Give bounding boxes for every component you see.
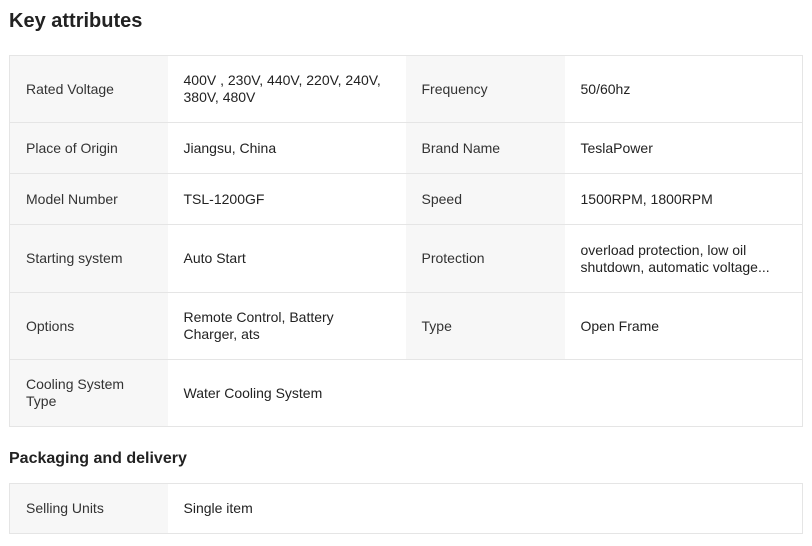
attribute-label: Protection xyxy=(405,224,565,293)
attribute-value: overload protection, low oil shutdown, a… xyxy=(564,224,803,293)
attribute-label: Model Number xyxy=(9,173,168,225)
attribute-label: Type xyxy=(405,292,565,360)
attribute-value: TeslaPower xyxy=(564,122,803,174)
packaging-table: Selling Units Single item xyxy=(9,483,803,534)
attribute-label: Cooling System Type xyxy=(9,359,168,427)
attribute-row: Selling Units Single item xyxy=(9,483,803,534)
attribute-row: Starting system Auto Start Protection ov… xyxy=(9,224,803,293)
attribute-row: Model Number TSL-1200GF Speed 1500RPM, 1… xyxy=(9,173,803,225)
attribute-value: TSL-1200GF xyxy=(167,173,406,225)
attribute-label: Speed xyxy=(405,173,565,225)
attribute-row: Rated Voltage 400V , 230V, 440V, 220V, 2… xyxy=(9,55,803,123)
packaging-heading: Packaging and delivery xyxy=(9,450,187,467)
attribute-value: 400V , 230V, 440V, 220V, 240V, 380V, 480… xyxy=(167,55,406,123)
attribute-value: Auto Start xyxy=(167,224,406,293)
attribute-row: Place of Origin Jiangsu, China Brand Nam… xyxy=(9,122,803,174)
attribute-value: Open Frame xyxy=(564,292,803,360)
attribute-value: 50/60hz xyxy=(564,55,803,123)
attribute-value: Remote Control, Battery Charger, ats xyxy=(167,292,406,360)
attribute-value: Water Cooling System xyxy=(167,359,803,427)
attribute-value: Single item xyxy=(167,483,803,534)
attribute-label: Frequency xyxy=(405,55,565,123)
attribute-label: Place of Origin xyxy=(9,122,168,174)
attribute-row: Cooling System Type Water Cooling System xyxy=(9,359,803,427)
attribute-row: Options Remote Control, Battery Charger,… xyxy=(9,292,803,360)
attribute-label: Rated Voltage xyxy=(9,55,168,123)
attribute-value: Jiangsu, China xyxy=(167,122,406,174)
attribute-label: Starting system xyxy=(9,224,168,293)
attribute-label: Brand Name xyxy=(405,122,565,174)
protection-value-text: overload protection, low oil shutdown, a… xyxy=(580,241,770,275)
key-attributes-table: Rated Voltage 400V , 230V, 440V, 220V, 2… xyxy=(9,55,803,427)
attribute-value: 1500RPM, 1800RPM xyxy=(564,173,803,225)
attribute-label: Options xyxy=(9,292,168,360)
attribute-label: Selling Units xyxy=(9,483,168,534)
key-attributes-heading: Key attributes xyxy=(9,10,143,32)
